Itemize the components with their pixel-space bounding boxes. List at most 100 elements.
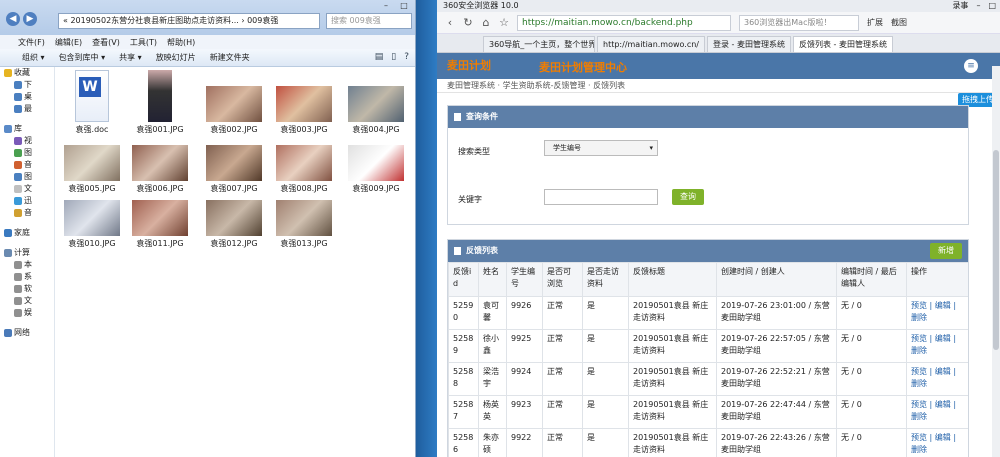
nav-item[interactable]: 收藏 bbox=[0, 67, 54, 79]
cell-title: 20190501袁县 新庄走访资料 bbox=[628, 395, 717, 429]
file-item[interactable]: 袁强002.JPG bbox=[204, 70, 264, 135]
slideshow-button[interactable]: 放映幻灯片 bbox=[156, 52, 196, 63]
file-item[interactable]: 袁强001.JPG bbox=[130, 70, 190, 135]
cell-visit: 是 bbox=[582, 329, 629, 363]
file-item[interactable]: 袁强007.JPG bbox=[204, 145, 264, 194]
file-item[interactable]: 袁强004.JPG bbox=[346, 70, 406, 135]
table-row: 52590 袁可馨 9926 正常是 20190501袁县 新庄走访资料 2019-07-… bbox=[448, 296, 968, 330]
search-box[interactable]: 360浏览器出Mac版啦！ bbox=[739, 14, 859, 31]
file-item[interactable]: 袁强012.JPG bbox=[204, 200, 264, 249]
menu-edit[interactable]: 编辑(E) bbox=[55, 37, 82, 48]
nav-item[interactable]: 桌 bbox=[0, 91, 54, 103]
tab-maitian-home[interactable]: http://maitian.mowo.cn/ bbox=[597, 36, 705, 52]
screenshot-button[interactable]: 截图 bbox=[891, 17, 907, 28]
back-icon[interactable]: ‹ bbox=[445, 16, 455, 29]
cell-op: 预览 | 编辑 | 删除 bbox=[906, 296, 968, 330]
file-item[interactable]: 袁强010.JPG bbox=[62, 200, 122, 249]
menu-icon[interactable]: ≡ bbox=[964, 59, 978, 73]
nav-item[interactable]: 图 bbox=[0, 171, 54, 183]
table-header: 反馈id 姓名 学生编号 是否可浏览 是否走访资料 反馈标题 创建时间 / 创建人 编辑时间 … bbox=[448, 262, 968, 297]
file-item[interactable]: 袁强003.JPG bbox=[274, 70, 334, 135]
login-link[interactable]: 录事 bbox=[952, 0, 968, 12]
maximize-icon[interactable]: □ bbox=[395, 0, 413, 12]
minimize-icon[interactable]: – bbox=[976, 0, 980, 12]
file-item[interactable]: 袁强011.JPG bbox=[130, 200, 190, 249]
file-name: 袁强002.JPG bbox=[210, 125, 258, 134]
star-icon[interactable]: ☆ bbox=[499, 16, 509, 29]
share-button[interactable]: 共享 ▾ bbox=[119, 52, 142, 63]
row-actions[interactable]: 预览 | 编辑 | 删除 bbox=[911, 367, 956, 388]
nav-item[interactable]: 最 bbox=[0, 103, 54, 115]
cell-edited: 无 / 0 bbox=[836, 296, 907, 330]
new-folder-button[interactable]: 新建文件夹 bbox=[210, 52, 250, 63]
menu-help[interactable]: 帮助(H) bbox=[167, 37, 195, 48]
scroll-thumb[interactable] bbox=[993, 150, 999, 350]
nav-item[interactable]: 娱 bbox=[0, 307, 54, 319]
url-bar[interactable]: https://maitian.mowo.cn/backend.php bbox=[517, 14, 731, 31]
file-item[interactable]: 袁强005.JPG bbox=[62, 145, 122, 194]
minimize-icon[interactable]: – bbox=[377, 0, 395, 12]
file-item[interactable]: 袁强006.JPG bbox=[130, 145, 190, 194]
view-mode-icon[interactable]: ▤ bbox=[375, 52, 384, 62]
nav-item[interactable]: 网络 bbox=[0, 327, 54, 339]
nav-item[interactable]: 下 bbox=[0, 79, 54, 91]
nav-item[interactable]: 家庭 bbox=[0, 227, 54, 239]
search-type-select[interactable]: 学生编号 ▾ bbox=[544, 140, 658, 156]
menu-tools[interactable]: 工具(T) bbox=[130, 37, 157, 48]
nav-item[interactable]: 文 bbox=[0, 183, 54, 195]
forward-icon[interactable]: ▶ bbox=[23, 12, 37, 26]
row-actions[interactable]: 预览 | 编辑 | 删除 bbox=[911, 334, 956, 355]
home-icon[interactable]: ⌂ bbox=[481, 16, 491, 29]
extensions-button[interactable]: 扩展 bbox=[867, 17, 883, 28]
nav-item[interactable]: 文 bbox=[0, 295, 54, 307]
nav-item[interactable]: 迅 bbox=[0, 195, 54, 207]
menu-view[interactable]: 查看(V) bbox=[92, 37, 120, 48]
query-button[interactable]: 查询 bbox=[672, 189, 704, 205]
cell-edited: 无 / 0 bbox=[836, 428, 907, 457]
nav-item[interactable]: 音 bbox=[0, 159, 54, 171]
nav-item[interactable]: 系 bbox=[0, 271, 54, 283]
row-actions[interactable]: 预览 | 编辑 | 删除 bbox=[911, 400, 956, 421]
tab-360-nav[interactable]: 360导航_一个主页，整个世界 bbox=[483, 36, 595, 52]
nav-item[interactable]: 音 bbox=[0, 207, 54, 219]
file-item[interactable]: W 袁强.doc bbox=[62, 70, 122, 135]
folder-icon bbox=[14, 93, 22, 101]
file-name: 袁强011.JPG bbox=[136, 239, 184, 248]
maximize-icon[interactable]: □ bbox=[988, 0, 996, 12]
search-input[interactable]: 搜索 009袁强 bbox=[326, 13, 412, 29]
preview-pane-icon[interactable]: ▯ bbox=[391, 52, 396, 62]
nav-item[interactable]: 软 bbox=[0, 283, 54, 295]
nav-item[interactable]: 计算 bbox=[0, 247, 54, 259]
address-bar[interactable]: « 20190502东营分社袁县新庄图助点走访资料... › 009袁强 bbox=[58, 13, 320, 29]
photo-thumbnail bbox=[148, 70, 172, 122]
file-item[interactable]: 袁强013.JPG bbox=[274, 200, 334, 249]
nav-item[interactable]: 图 bbox=[0, 147, 54, 159]
folder-icon bbox=[14, 197, 22, 205]
tab-feedback-list[interactable]: 反馈列表 - 麦田管理系统 bbox=[792, 36, 893, 52]
add-button[interactable]: 新增 bbox=[930, 243, 962, 259]
menu-file[interactable]: 文件(F) bbox=[18, 37, 45, 48]
file-item[interactable]: 袁强009.JPG bbox=[346, 145, 406, 194]
cell-op: 预览 | 编辑 | 删除 bbox=[906, 428, 968, 457]
keyword-input[interactable] bbox=[544, 189, 658, 205]
organize-button[interactable]: 组织 ▾ bbox=[22, 52, 45, 63]
folder-icon bbox=[14, 273, 22, 281]
help-icon[interactable]: ? bbox=[404, 52, 409, 62]
refresh-icon[interactable]: ↻ bbox=[463, 16, 473, 29]
row-actions[interactable]: 预览 | 编辑 | 删除 bbox=[911, 301, 956, 322]
nav-item[interactable]: 本 bbox=[0, 259, 54, 271]
tab-login[interactable]: 登录 - 麦田管理系统 bbox=[707, 36, 791, 52]
scrollbar[interactable] bbox=[992, 66, 1000, 457]
file-item[interactable]: 袁强008.JPG bbox=[274, 145, 334, 194]
nav-item[interactable]: 视 bbox=[0, 135, 54, 147]
file-name: 袁强001.JPG bbox=[136, 125, 184, 134]
cell-sid: 9925 bbox=[506, 329, 543, 363]
include-library-button[interactable]: 包含到库中 ▾ bbox=[59, 52, 106, 63]
nav-item[interactable]: 库 bbox=[0, 123, 54, 135]
breadcrumb: 麦田管理系统 · 学生资助系统-反馈管理 · 反馈列表 bbox=[437, 79, 1000, 93]
back-icon[interactable]: ◀ bbox=[6, 12, 20, 26]
browser-window: 360安全浏览器 10.0 录事 – □ ‹ ↻ ⌂ ☆ https://mai… bbox=[437, 0, 1000, 457]
cell-id: 52586 bbox=[448, 428, 479, 457]
photo-thumbnail bbox=[348, 145, 404, 181]
row-actions[interactable]: 预览 | 编辑 | 删除 bbox=[911, 433, 956, 454]
